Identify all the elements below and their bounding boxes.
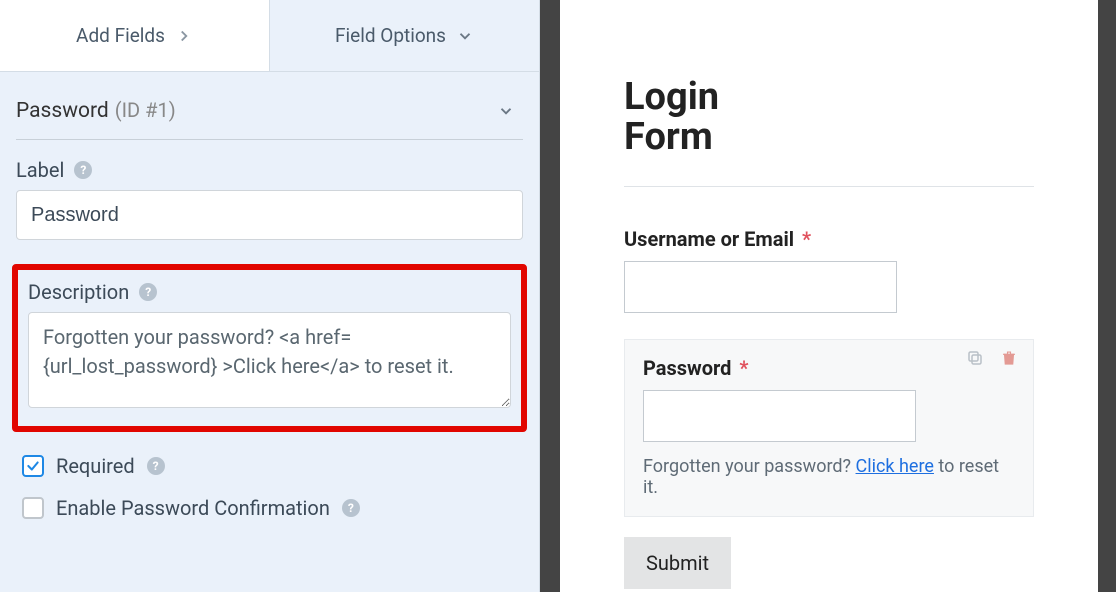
required-option[interactable]: Required ? [22,454,523,478]
label-field-label: Label [16,158,64,182]
tab-label: Add Fields [76,24,165,47]
chevron-down-icon [456,27,474,45]
password-input[interactable] [643,390,916,442]
required-star-icon: * [739,356,748,380]
form-preview: Login Form Username or Email * Password [560,0,1098,592]
trash-icon[interactable] [999,348,1019,368]
options-tabs: Add Fields Field Options [0,0,539,72]
field-label: Username or Email [624,227,794,251]
chevron-right-icon [175,27,193,45]
enable-password-confirmation-option[interactable]: Enable Password Confirmation ? [22,496,523,520]
duplicate-icon[interactable] [965,348,985,368]
reset-link[interactable]: Click here [856,456,934,477]
tab-add-fields[interactable]: Add Fields [0,0,270,71]
label-input[interactable] [16,190,523,240]
checkbox-empty-icon[interactable] [22,497,44,519]
form-title: Login Form [624,78,1034,158]
option-label: Required [56,454,135,478]
field-title: Password [16,99,109,123]
description-textarea[interactable] [28,312,511,408]
password-field-selected[interactable]: Password * Forgotten your password? Clic… [624,339,1034,517]
tab-label: Field Options [335,24,446,47]
tab-field-options[interactable]: Field Options [270,0,539,71]
submit-button[interactable]: Submit [624,537,731,589]
divider [624,186,1034,187]
field-label: Password [643,356,731,380]
option-label: Enable Password Confirmation [56,496,330,520]
help-icon[interactable]: ? [74,161,92,179]
description-field-label: Description [28,280,129,304]
required-star-icon: * [802,227,811,251]
field-header[interactable]: Password (ID #1) [16,96,523,140]
form-preview-area: Login Form Username or Email * Password [540,0,1116,592]
help-icon[interactable]: ? [342,499,360,517]
password-description-preview: Forgotten your password? Click here to r… [643,456,1015,498]
username-input[interactable] [624,261,897,313]
description-highlight: Description ? [12,264,527,432]
help-icon[interactable]: ? [139,283,157,301]
help-icon[interactable]: ? [147,457,165,475]
checkbox-checked-icon[interactable] [22,455,44,477]
field-options-panel: Password (ID #1) Label ? Description ? [0,72,539,558]
field-id: (ID #1) [115,98,176,122]
chevron-down-icon [497,102,515,120]
label-group: Label ? [16,158,523,240]
username-field: Username or Email * [624,227,1034,313]
